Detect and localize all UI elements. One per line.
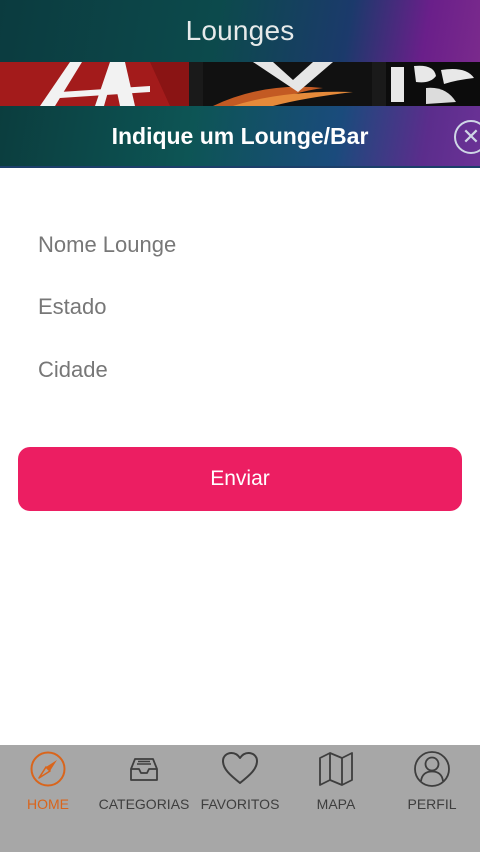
map-icon <box>316 749 356 789</box>
tab-favoritos[interactable]: FAVORITOS <box>192 745 288 852</box>
state-input[interactable] <box>38 287 458 327</box>
tab-label: HOME <box>27 796 69 812</box>
banner-image[interactable] <box>385 62 480 106</box>
inbox-icon <box>124 749 164 789</box>
compass-icon <box>28 749 68 789</box>
close-button[interactable]: ✕ <box>454 120 480 154</box>
app-header: Lounges <box>0 0 480 62</box>
banner-image[interactable] <box>203 62 372 106</box>
tab-label: MAPA <box>316 796 356 812</box>
page-title: Lounges <box>185 15 295 46</box>
banner-image[interactable] <box>0 62 190 106</box>
bottom-tab-bar: HOME CATEGORIAS FAVORITOS MAPA PERFIL <box>0 745 480 852</box>
submit-button[interactable]: Enviar <box>18 447 462 511</box>
modal-header: Indique um Lounge/Bar ✕ <box>0 106 480 168</box>
tab-label: FAVORITOS <box>200 796 280 812</box>
tab-categorias[interactable]: CATEGORIAS <box>96 745 192 852</box>
close-icon: ✕ <box>461 124 480 149</box>
banner-carousel[interactable] <box>0 62 480 106</box>
lounge-name-input[interactable] <box>38 225 458 265</box>
tab-perfil[interactable]: PERFIL <box>384 745 480 852</box>
tab-label: CATEGORIAS <box>98 796 190 812</box>
modal-title: Indique um Lounge/Bar <box>111 122 369 149</box>
city-input[interactable] <box>38 350 458 390</box>
heart-icon <box>220 749 260 789</box>
tab-home[interactable]: HOME <box>0 745 96 852</box>
user-icon <box>412 749 452 789</box>
tab-mapa[interactable]: MAPA <box>288 745 384 852</box>
tab-label: PERFIL <box>407 796 457 812</box>
